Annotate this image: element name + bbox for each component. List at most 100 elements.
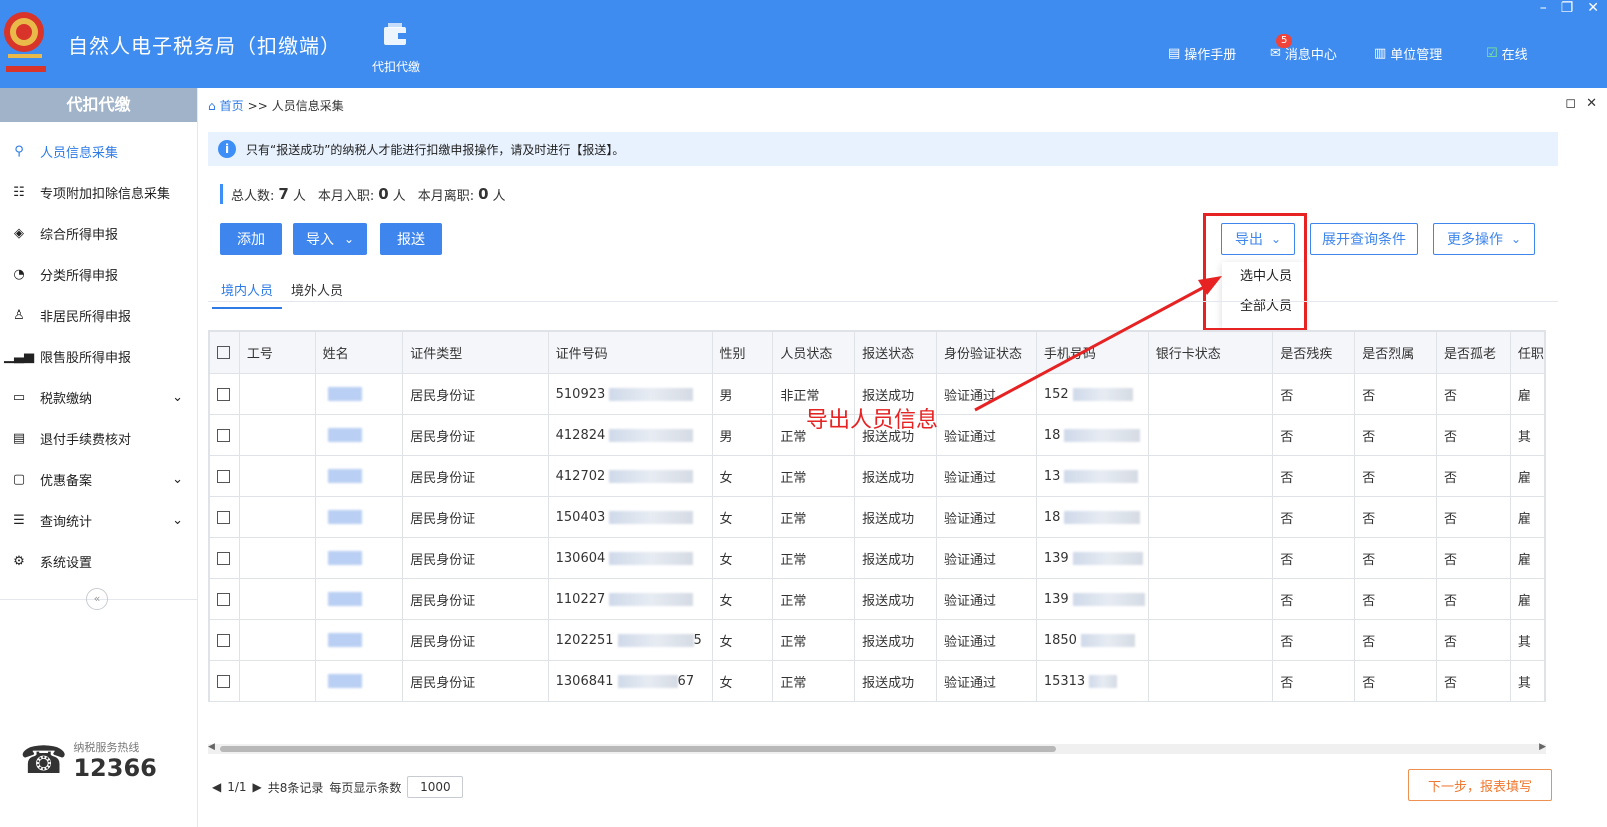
- table-row[interactable]: 居民身份证 1306841 67 女 正常 报送成功 验证通过 15313 否 否…: [209, 660, 1545, 701]
- cell-phone: 152: [1035, 373, 1149, 415]
- redacted-id: [609, 510, 694, 524]
- cell-person-status: 正常: [772, 578, 856, 620]
- column-header[interactable]: 银行卡状态: [1147, 331, 1274, 374]
- online-label: 在线: [1501, 48, 1528, 63]
- column-header[interactable]: 证件号码: [547, 331, 713, 374]
- column-header[interactable]: 工号: [238, 331, 316, 374]
- online-status[interactable]: ☑ 在线: [1486, 44, 1528, 63]
- row-checkbox[interactable]: [217, 510, 230, 524]
- table-row[interactable]: 居民身份证 150403 女 正常 报送成功 验证通过 18 否 否 否 雇: [209, 496, 1545, 538]
- mail-icon: ✉ 5: [1270, 34, 1293, 61]
- horizontal-scrollbar[interactable]: ◀ ▶: [208, 742, 1546, 754]
- message-center-link[interactable]: ✉ 5 消息中心: [1270, 34, 1337, 63]
- scroll-left-icon[interactable]: ◀: [208, 742, 215, 752]
- row-checkbox[interactable]: [217, 551, 230, 565]
- column-header[interactable]: 是否残疾: [1272, 331, 1356, 374]
- redacted-id: [609, 428, 694, 442]
- maximize-tab-icon[interactable]: ◻: [1565, 96, 1576, 111]
- scroll-thumb[interactable]: [220, 746, 1056, 752]
- restore-icon[interactable]: ❐: [1561, 0, 1574, 16]
- cell-gender: 女: [711, 455, 774, 497]
- notice-text: 只有“报送成功”的纳税人才能进行扣缴申报操作，请及时进行【报送】。: [246, 142, 625, 157]
- row-checkbox[interactable]: [217, 387, 230, 401]
- close-tab-icon[interactable]: ✕: [1586, 96, 1597, 111]
- sidebar-item-nonresident[interactable]: ♙ 非居民所得申报: [0, 295, 197, 336]
- prev-page-icon[interactable]: ◀: [212, 780, 221, 794]
- next-page-icon[interactable]: ▶: [253, 780, 262, 794]
- cell-bank-status: [1147, 496, 1274, 538]
- import-button[interactable]: 导入 ⌄: [293, 223, 367, 255]
- sidebar-item-classified-income[interactable]: ◔ 分类所得申报: [0, 254, 197, 295]
- sidebar-item-fee-check[interactable]: ▤ 退付手续费核对: [0, 418, 197, 459]
- select-all-checkbox[interactable]: [217, 346, 230, 359]
- column-header[interactable]: 性别: [711, 331, 774, 374]
- sidebar-item-comprehensive-income[interactable]: ◈ 综合所得申报: [0, 213, 197, 254]
- expand-query-button[interactable]: 展开查询条件: [1310, 223, 1418, 255]
- column-header[interactable]: 是否孤老: [1436, 331, 1511, 374]
- unit-label: 人: [292, 188, 306, 204]
- cell-disabled: 否: [1272, 578, 1356, 620]
- cell-gender: 女: [711, 496, 774, 538]
- column-header[interactable]: 是否烈属: [1354, 331, 1437, 374]
- table-row[interactable]: 居民身份证 130604 女 正常 报送成功 验证通过 139 否 否 否 雇: [209, 537, 1545, 579]
- breadcrumb-home[interactable]: 首页: [220, 97, 244, 114]
- close-icon[interactable]: ✕: [1587, 0, 1599, 16]
- manual-link[interactable]: ▤ 操作手册: [1168, 44, 1236, 63]
- gear-icon: ⚙: [13, 554, 25, 569]
- minimize-icon[interactable]: –: [1540, 0, 1547, 16]
- column-header[interactable]: 报送状态: [854, 331, 937, 374]
- table-row[interactable]: 居民身份证 110227 女 正常 报送成功 验证通过 139 否 否 否 雇: [209, 578, 1545, 620]
- cell-martyr: 否: [1354, 373, 1437, 415]
- row-checkbox[interactable]: [217, 469, 230, 483]
- cell-emp-no: [238, 619, 316, 661]
- tab-controls: ◻ ✕: [1565, 96, 1597, 111]
- sidebar-item-tax-payment[interactable]: ▭ 税款缴纳 ⌄: [0, 377, 197, 418]
- id-prefix: 412824: [555, 427, 606, 443]
- column-header[interactable]: 手机号码: [1035, 331, 1149, 374]
- sidebar-item-preferential-filing[interactable]: ▢ 优惠备案 ⌄: [0, 459, 197, 500]
- copy-icon: ▢: [12, 472, 26, 487]
- column-header[interactable]: 身份验证状态: [935, 331, 1037, 374]
- cell-disabled: 否: [1272, 455, 1356, 497]
- column-header[interactable]: 任职: [1509, 331, 1545, 374]
- cell-employment: 雇: [1509, 455, 1545, 497]
- submit-button[interactable]: 报送: [380, 223, 442, 255]
- scroll-right-icon[interactable]: ▶: [1539, 742, 1546, 752]
- sidebar-item-label: 税款缴纳: [40, 392, 93, 407]
- sidebar-item-restricted-shares[interactable]: ▁▃▅ 限售股所得申报: [0, 336, 197, 377]
- column-header[interactable]: 姓名: [314, 331, 404, 374]
- home-icon[interactable]: ⌂: [208, 99, 216, 113]
- page-size-input[interactable]: 1000: [407, 776, 464, 798]
- table-row[interactable]: 居民身份证 412702 女 正常 报送成功 验证通过 13 否 否 否 雇: [209, 455, 1545, 497]
- redacted-id: [617, 633, 694, 647]
- cell-phone: 139: [1035, 537, 1149, 579]
- tab-overseas[interactable]: 境外人员: [282, 276, 352, 309]
- sidebar-item-settings[interactable]: ⚙ 系统设置: [0, 541, 197, 582]
- cell-martyr: 否: [1354, 496, 1437, 538]
- column-header[interactable]: 人员状态: [772, 331, 856, 374]
- row-checkbox[interactable]: [217, 633, 230, 647]
- add-button[interactable]: 添加: [220, 223, 282, 255]
- collapse-sidebar-button[interactable]: «: [86, 588, 108, 610]
- cell-bank-status: [1147, 578, 1274, 620]
- row-checkbox[interactable]: [217, 674, 230, 688]
- redacted-name: [327, 592, 362, 606]
- top-nav-withholding[interactable]: 代扣代缴: [366, 22, 426, 75]
- cell-gender: 女: [711, 578, 774, 620]
- row-checkbox[interactable]: [217, 428, 230, 442]
- sidebar-item-query-stats[interactable]: ☰ 查询统计 ⌄: [0, 500, 197, 541]
- tab-domestic[interactable]: 境内人员: [212, 276, 283, 309]
- sidebar-item-label: 专项附加扣除信息采集: [40, 187, 171, 202]
- table-row[interactable]: 居民身份证 1202251 5 女 正常 报送成功 验证通过 1850 否 否 否…: [209, 619, 1545, 661]
- cell-disabled: 否: [1272, 496, 1356, 538]
- unit-management-link[interactable]: ▥ 单位管理: [1374, 44, 1442, 63]
- column-header[interactable]: 证件类型: [402, 331, 549, 374]
- more-actions-button[interactable]: 更多操作 ⌄: [1433, 223, 1535, 255]
- sidebar-item-personnel-info[interactable]: ⚲ 人员信息采集: [0, 131, 197, 172]
- cell-disabled: 否: [1272, 414, 1356, 456]
- cell-id-type: 居民身份证: [402, 660, 549, 701]
- next-step-button[interactable]: 下一步，报表填写: [1408, 769, 1552, 801]
- sidebar-item-special-deduction[interactable]: ☷ 专项附加扣除信息采集: [0, 172, 197, 213]
- row-checkbox[interactable]: [217, 592, 230, 606]
- redacted-phone: [1064, 510, 1141, 524]
